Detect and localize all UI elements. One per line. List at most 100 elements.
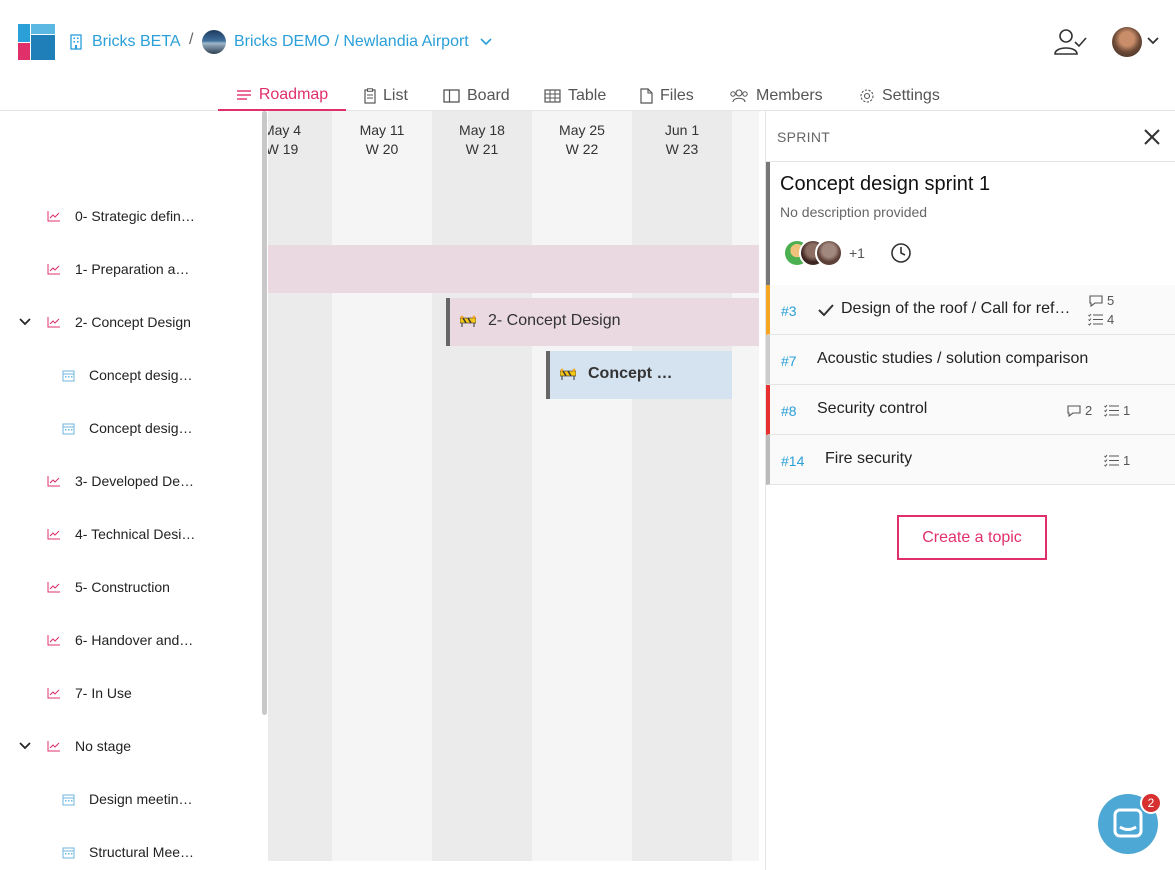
week-column <box>332 111 432 861</box>
stage-row[interactable]: 5- Construction <box>0 575 262 599</box>
week-column <box>268 111 332 861</box>
topic-title: Design of the roof / Call for ref… <box>841 300 1071 317</box>
chevron-down-icon[interactable] <box>18 317 32 327</box>
board-icon <box>443 88 460 103</box>
clock-icon[interactable] <box>890 242 912 264</box>
calendar-icon <box>62 794 75 805</box>
topic-title: Fire security <box>825 450 913 467</box>
construction-barrier-icon <box>460 315 476 327</box>
project-breadcrumb[interactable]: Bricks DEMO / Newlandia Airport <box>202 30 493 54</box>
comment-count: 5 <box>1088 293 1114 308</box>
org-breadcrumb[interactable]: Bricks BETA <box>69 31 181 53</box>
stage-row[interactable]: 0- Strategic defin… <box>0 204 262 228</box>
topic-title: Acoustic studies / solution comparison <box>817 350 1089 367</box>
org-name: Bricks BETA <box>92 33 181 50</box>
tab-list[interactable]: List <box>364 80 408 111</box>
checklist-icon <box>1104 404 1119 417</box>
stage-row[interactable]: 1- Preparation a… <box>0 257 262 281</box>
stage-row[interactable]: No stage <box>0 734 262 758</box>
chevron-down-icon[interactable] <box>18 741 32 751</box>
tab-board[interactable]: Board <box>443 80 510 111</box>
sprint-bar[interactable]: Concept … <box>546 351 732 399</box>
stage-row[interactable]: 4- Technical Desi… <box>0 522 262 546</box>
week-header: May 4 W 19 <box>268 122 302 157</box>
chevron-down-icon <box>480 38 492 46</box>
chart-trend-icon <box>47 582 60 593</box>
topic-title: Security control <box>817 400 928 417</box>
sprint-summary: Concept design sprint 1 No description p… <box>766 162 1175 285</box>
sprint-row[interactable]: Design meetin… <box>0 787 262 811</box>
week-header: May 11 W 20 <box>359 122 405 157</box>
avatar <box>815 239 843 267</box>
topic-number: #8 <box>781 403 797 419</box>
tab-files[interactable]: Files <box>640 80 694 111</box>
week-column <box>532 111 632 861</box>
week-column <box>632 111 732 861</box>
tab-members[interactable]: Members <box>729 80 823 111</box>
comment-icon <box>1067 405 1081 417</box>
comment-icon <box>1089 295 1103 307</box>
project-name: Bricks DEMO / Newlandia Airport <box>234 33 469 50</box>
chart-trend-icon <box>47 741 60 752</box>
members-icon <box>730 88 748 102</box>
bricks-logo[interactable] <box>18 24 55 60</box>
tab-roadmap[interactable]: Roadmap <box>218 80 346 111</box>
top-bar: Bricks BETA / Bricks DEMO / Newlandia Ai… <box>0 0 1175 80</box>
topic-row[interactable]: #7 Acoustic studies / solution compariso… <box>766 335 1175 385</box>
task-count: 1 <box>1104 453 1130 468</box>
sprint-title: Concept design sprint 1 <box>780 173 991 195</box>
chart-trend-icon <box>47 635 60 646</box>
user-check-icon[interactable] <box>1053 28 1087 56</box>
sprint-bar-label: Concept … <box>588 365 673 382</box>
construction-barrier-icon <box>560 368 576 380</box>
topic-row[interactable]: #3 Design of the roof / Call for ref… 5 … <box>766 285 1175 335</box>
chart-trend-icon <box>47 264 60 275</box>
project-thumbnail <box>202 30 226 54</box>
task-count: 4 <box>1088 312 1114 327</box>
comment-count: 2 <box>1066 403 1092 418</box>
create-topic-button[interactable]: Create a topic <box>897 515 1047 560</box>
chart-trend-icon <box>47 211 60 222</box>
calendar-icon <box>62 847 75 858</box>
file-icon <box>640 87 653 104</box>
sprint-description: No description provided <box>780 204 928 220</box>
scrollbar[interactable] <box>262 111 267 715</box>
stage-row[interactable]: 2- Concept Design <box>0 310 262 334</box>
tab-table[interactable]: Table <box>544 80 606 111</box>
chart-trend-icon <box>47 476 60 487</box>
sprint-panel-header: SPRINT <box>766 111 1175 162</box>
member-avatars[interactable]: +1 <box>783 238 865 268</box>
stage-bar-label: 2- Concept Design <box>488 312 621 329</box>
tab-settings[interactable]: Settings <box>859 80 940 111</box>
sprint-row[interactable]: Concept desig… <box>0 363 262 387</box>
checklist-icon <box>1104 454 1119 467</box>
topic-row[interactable]: #8 Security control 2 1 <box>766 385 1175 435</box>
roadmap-timeline: May 4 W 19 May 11 W 20 May 18 W 21 May 2… <box>268 111 759 861</box>
chart-trend-icon <box>47 688 60 699</box>
stage-bar-concept-design[interactable]: 2- Concept Design <box>446 298 759 346</box>
chevron-down-icon[interactable] <box>1146 36 1160 46</box>
week-column <box>432 111 532 861</box>
stage-row[interactable]: 6- Handover and… <box>0 628 262 652</box>
calendar-icon <box>62 370 75 381</box>
topic-number: #7 <box>781 353 797 369</box>
stage-row[interactable]: 3- Developed De… <box>0 469 262 493</box>
stage-bar-preparation[interactable] <box>268 245 759 293</box>
topic-row[interactable]: #14 Fire security 1 <box>766 435 1175 485</box>
sprint-row[interactable]: Structural Mee… <box>0 840 262 864</box>
checklist-icon <box>1088 313 1103 326</box>
project-tabs: Roadmap List Board Table Files Members S… <box>0 80 1175 111</box>
sprint-row[interactable]: Concept desig… <box>0 416 262 440</box>
stage-row[interactable]: 7- In Use <box>0 681 262 705</box>
topic-number: #3 <box>781 303 797 319</box>
chart-trend-icon <box>47 529 60 540</box>
user-avatar[interactable] <box>1112 27 1142 57</box>
sprint-panel: SPRINT Concept design sprint 1 No descri… <box>765 111 1175 870</box>
close-icon[interactable] <box>1142 127 1162 147</box>
breadcrumb-separator: / <box>189 31 194 48</box>
stage-list: 0- Strategic defin… 1- Preparation a… 2-… <box>0 111 262 870</box>
chart-trend-icon <box>47 317 60 328</box>
check-icon <box>818 304 834 316</box>
week-header: May 18 W 21 <box>459 122 505 157</box>
panel-kicker: SPRINT <box>777 129 831 145</box>
